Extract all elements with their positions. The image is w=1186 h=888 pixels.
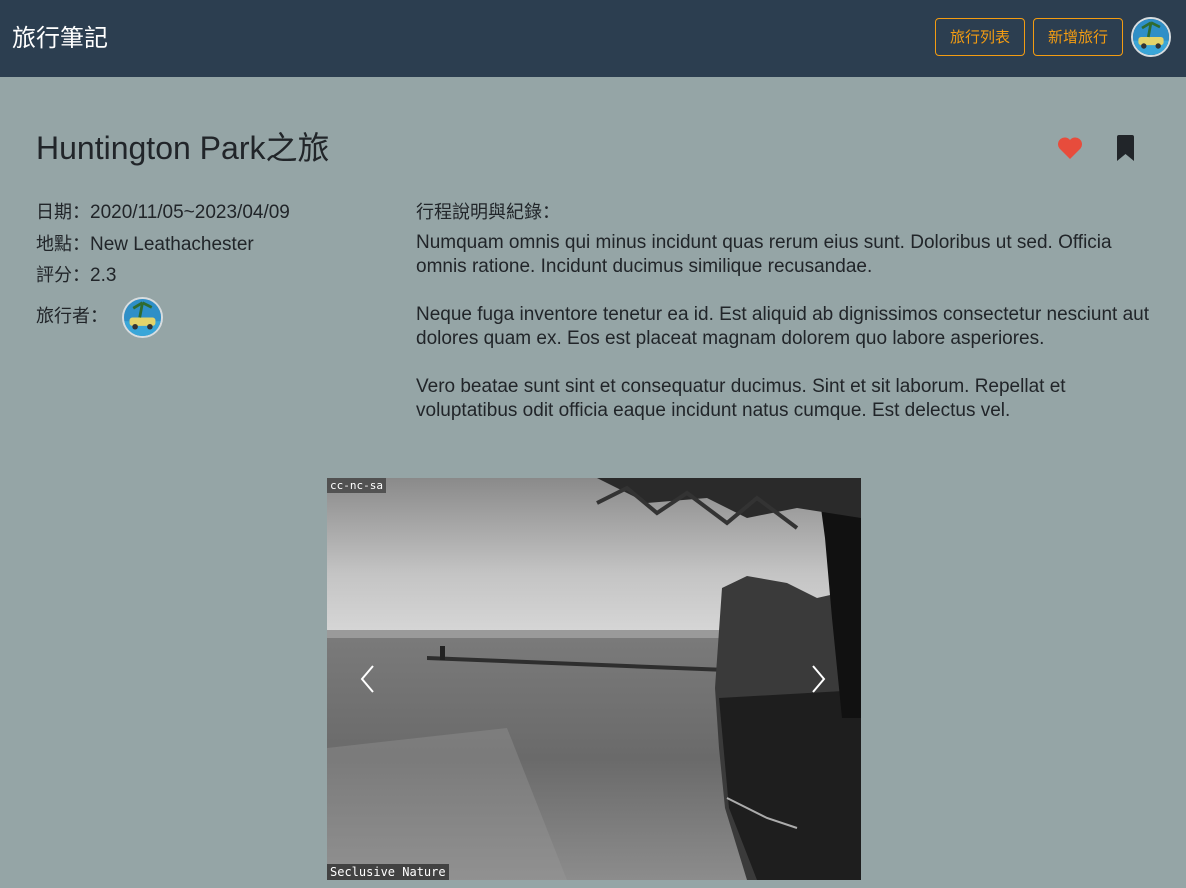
description: Numquam omnis qui minus incidunt quas re…	[416, 231, 1151, 447]
carousel-photo	[327, 478, 861, 880]
trip-rating: 評分：2.3	[36, 261, 116, 287]
traveler-label: 旅行者：	[36, 306, 108, 327]
rating-value: 2.3	[90, 265, 117, 286]
rating-label: 評分：	[36, 265, 90, 286]
photo-caption: Seclusive Nature	[327, 864, 449, 880]
chevron-left-icon[interactable]	[359, 664, 375, 694]
description-label: 行程說明與紀錄：	[416, 202, 560, 223]
description-paragraph: Neque fuga inventore tenetur ea id. Est …	[416, 304, 1150, 349]
bookmark-icon[interactable]	[1116, 135, 1135, 161]
date-label: 日期：	[36, 202, 90, 223]
user-avatar[interactable]	[1131, 17, 1171, 57]
place-label: 地點：	[36, 234, 90, 255]
trip-date: 日期：2020/11/05~2023/04/09	[36, 198, 290, 224]
trip-list-button[interactable]: 旅行列表	[935, 18, 1025, 56]
navbar: 旅行筆記 旅行列表 新增旅行	[0, 0, 1186, 77]
photo-carousel[interactable]: cc-nc-sa Seclusive Nature	[327, 478, 861, 880]
chevron-right-icon[interactable]	[811, 664, 827, 694]
date-value: 2020/11/05~2023/04/09	[90, 202, 290, 223]
trip-place: 地點：New Leathachester	[36, 230, 254, 256]
trip-traveler: 旅行者：	[36, 302, 108, 328]
description-paragraph: Numquam omnis qui minus incidunt quas re…	[416, 232, 1112, 277]
description-paragraph: Vero beatae sunt sint et consequatur duc…	[416, 376, 1066, 421]
heart-icon[interactable]	[1057, 136, 1083, 160]
brand-title[interactable]: 旅行筆記	[12, 18, 108, 53]
add-trip-button[interactable]: 新增旅行	[1033, 18, 1123, 56]
place-value: New Leathachester	[90, 234, 254, 255]
trip-title: Huntington Park之旅	[36, 130, 330, 166]
traveler-avatar[interactable]	[122, 297, 163, 338]
license-tag: cc-nc-sa	[327, 478, 386, 493]
